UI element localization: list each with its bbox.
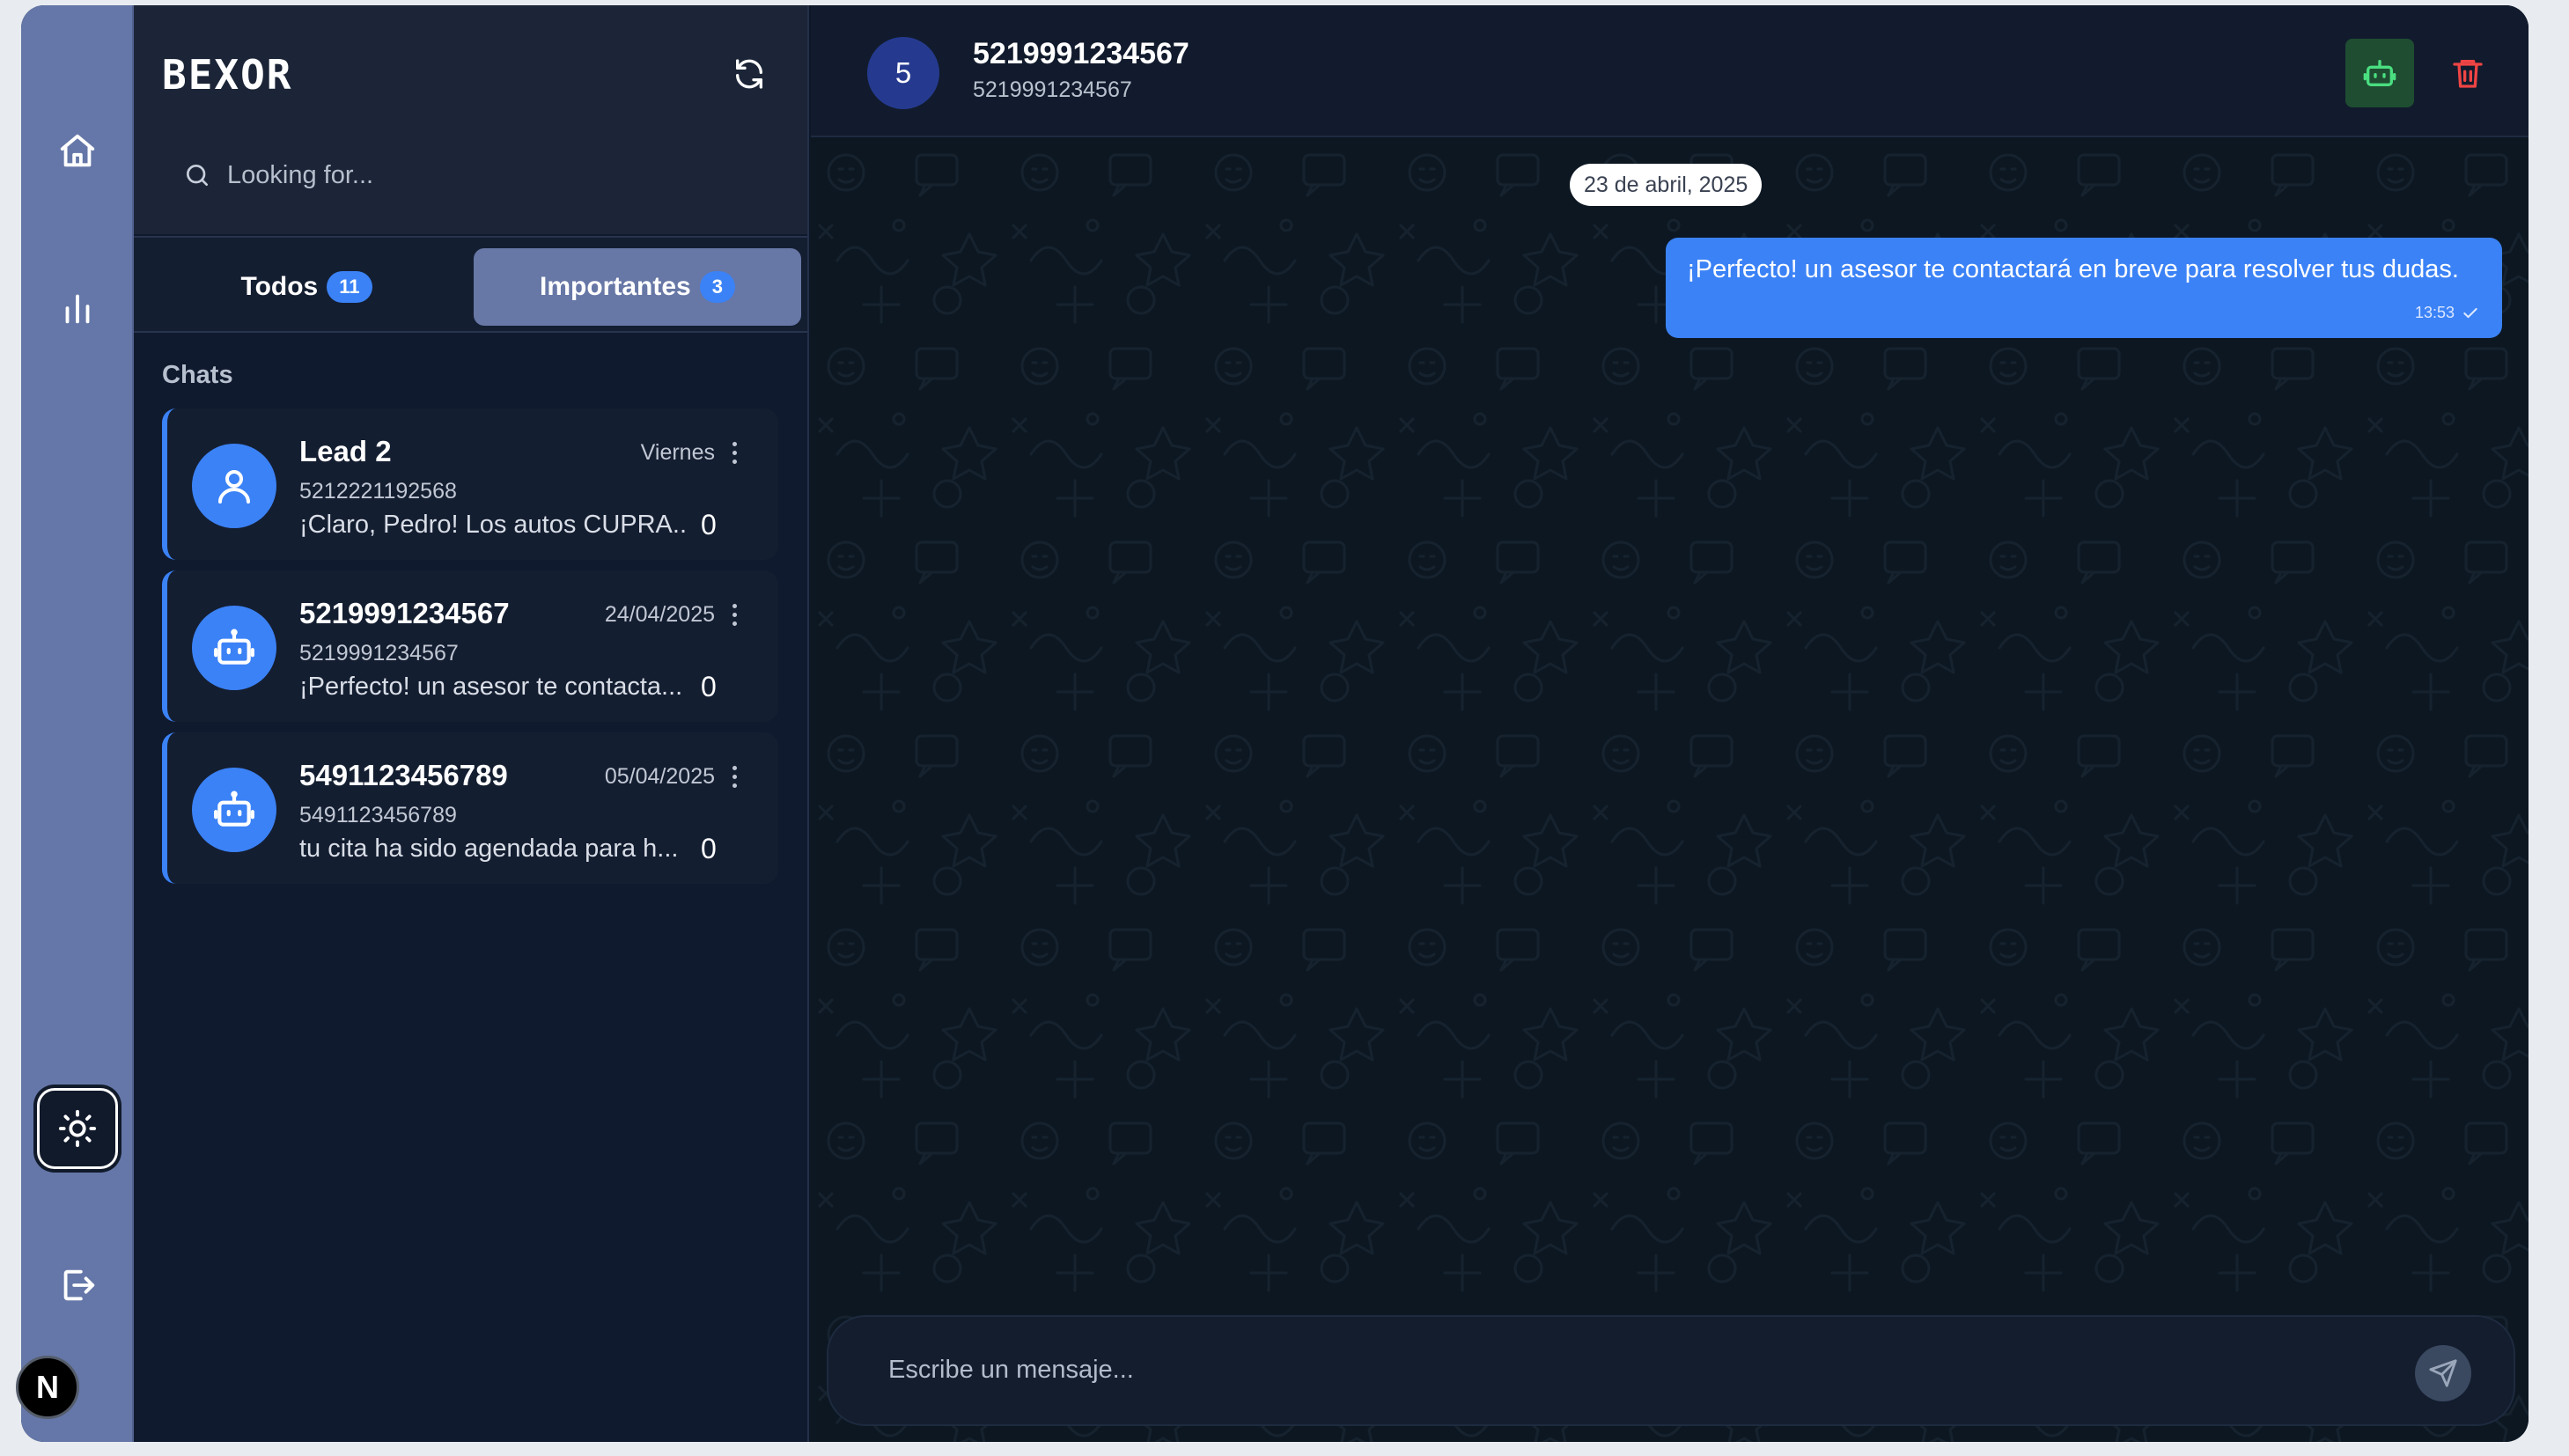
more-options-icon[interactable]	[724, 599, 745, 630]
chat-list-item[interactable]: 5219991234567 24/04/2025 5219991234567 ¡…	[162, 570, 778, 722]
contact-phone: 5219991234567	[973, 77, 1132, 102]
trash-icon	[2453, 60, 2483, 88]
chat-list-item[interactable]: 5491123456789 05/04/2025 5491123456789 t…	[162, 732, 778, 884]
conversation-panel: 5 5219991234567 5219991234567 23 de abri…	[811, 5, 2529, 1442]
home-icon	[60, 134, 95, 167]
chat-name: 5491123456789	[299, 759, 508, 791]
unread-count: 0	[701, 509, 717, 540]
tab-label: Todos	[240, 272, 319, 301]
delete-chat-button[interactable]	[2446, 51, 2490, 95]
chat-preview: ¡Perfecto! un asesor te contacta...	[299, 673, 683, 701]
logout-icon	[63, 1269, 95, 1301]
search-input[interactable]	[227, 160, 738, 190]
chat-preview: ¡Claro, Pedro! Los autos CUPRA...	[299, 511, 687, 539]
chat-date: Viernes	[640, 440, 715, 465]
chat-name: Lead 2	[299, 435, 392, 467]
refresh-icon	[736, 59, 762, 89]
app-logo: BEXOR	[162, 51, 293, 99]
message-composer	[827, 1315, 2515, 1426]
theme-toggle-button[interactable]	[37, 1088, 118, 1169]
chat-sidebar: BEXOR Todos 11 Importantes 3 Chats	[134, 5, 809, 1442]
bot-icon	[214, 629, 254, 665]
contact-name: 5219991234567	[973, 37, 1189, 70]
send-icon	[2429, 1359, 2457, 1387]
chat-phone: 5491123456789	[299, 803, 457, 827]
chat-filter-tabs: Todos 11 Importantes 3	[134, 236, 807, 333]
user-icon	[218, 470, 250, 504]
sidebar-header: BEXOR	[134, 5, 807, 234]
count-badge: 3	[699, 271, 735, 303]
message-input[interactable]	[888, 1343, 2367, 1396]
logout-button[interactable]	[37, 1245, 118, 1326]
more-options-icon[interactable]	[724, 761, 745, 792]
dev-indicator-badge[interactable]: N	[16, 1356, 79, 1419]
tab-importantes[interactable]: Importantes 3	[474, 248, 801, 326]
analytics-button[interactable]	[37, 268, 118, 349]
bot-icon	[214, 791, 254, 827]
refresh-button[interactable]	[730, 55, 769, 93]
message-time: 13:53	[2414, 304, 2455, 321]
unread-count: 0	[701, 671, 717, 702]
chat-date: 05/04/2025	[604, 764, 715, 789]
search-icon	[187, 165, 208, 186]
chat-list-item[interactable]: Lead 2 Viernes 5212221192568 ¡Claro, Ped…	[162, 408, 778, 560]
chat-date: 24/04/2025	[604, 602, 715, 627]
home-button[interactable]	[37, 111, 118, 192]
nav-rail	[21, 5, 134, 1442]
sun-icon	[58, 1109, 97, 1148]
bar-chart-icon	[65, 294, 90, 324]
search-bar	[183, 153, 764, 197]
outgoing-message: ¡Perfecto! un asesor te contactará en br…	[1666, 238, 2502, 338]
message-meta: 13:53	[2415, 304, 2479, 322]
app-window: BEXOR Todos 11 Importantes 3 Chats	[21, 5, 2529, 1442]
section-label: Chats	[162, 361, 233, 389]
contact-avatar[interactable]: 5	[867, 37, 939, 109]
tab-label: Importantes	[540, 272, 691, 301]
chat-name: 5219991234567	[299, 597, 510, 629]
tab-todos[interactable]: Todos 11	[143, 248, 470, 326]
avatar	[192, 768, 276, 852]
message-text: ¡Perfecto! un asesor te contactará en br…	[1687, 255, 2459, 283]
bot-icon	[2363, 60, 2396, 87]
avatar	[192, 444, 276, 528]
check-icon	[2463, 307, 2477, 318]
more-options-icon[interactable]	[724, 437, 745, 468]
chat-phone: 5219991234567	[299, 641, 459, 665]
count-badge: 11	[327, 271, 372, 303]
date-separator: 23 de abril, 2025	[1570, 164, 1763, 206]
bot-toggle-button[interactable]	[2345, 39, 2414, 107]
conversation-header: 5 5219991234567 5219991234567	[811, 5, 2529, 137]
avatar	[192, 606, 276, 690]
unread-count: 0	[701, 833, 717, 864]
chat-phone: 5212221192568	[299, 479, 457, 504]
send-button[interactable]	[2415, 1345, 2471, 1401]
chat-preview: tu cita ha sido agendada para h...	[299, 835, 679, 863]
